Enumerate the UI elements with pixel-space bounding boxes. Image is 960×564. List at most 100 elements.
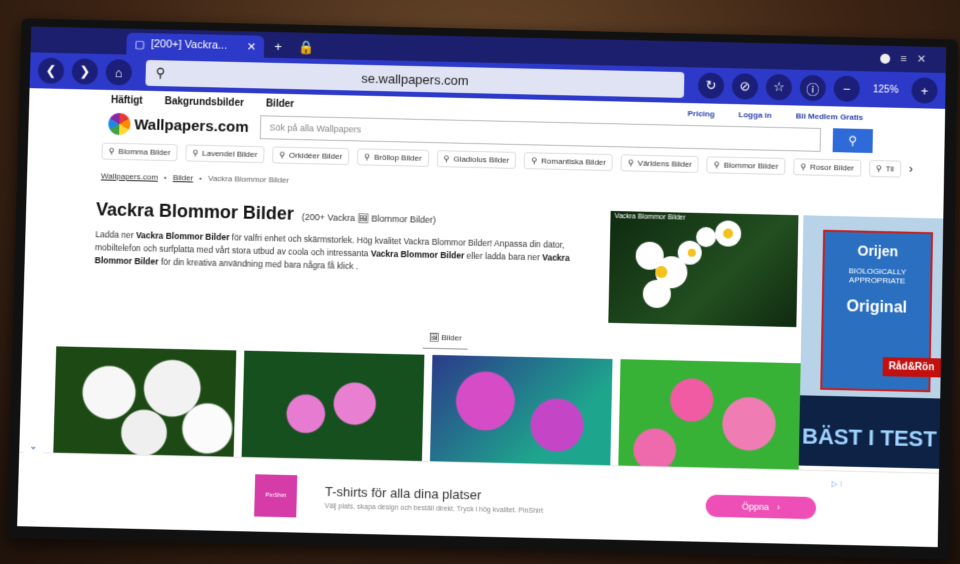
breadcrumb-bilder[interactable]: Bilder (173, 173, 194, 182)
page-description: Ladda ner Vackra Blommor Bilder för valf… (94, 228, 595, 278)
open-button-label: Öppna (742, 501, 769, 512)
forward-button[interactable]: ❯ (72, 58, 99, 84)
desc-bold: Vackra Blommor Bilder (371, 248, 465, 260)
tracker-block-button[interactable]: ⊘ (732, 73, 758, 99)
desc-text: för din kreativa användning med bara någ… (158, 257, 358, 272)
web-page: Häftigt Bakgrundsbilder Bilder Pricing L… (17, 88, 945, 547)
info-button[interactable]: ⓘ (800, 75, 826, 101)
pink-oxalis-thumbnail[interactable] (241, 351, 424, 467)
chips-next-icon[interactable]: › (909, 162, 913, 176)
chip[interactable]: ⚲ Världens Bilder (621, 154, 699, 173)
chip-label: Bröllop Bilder (374, 152, 422, 162)
browser-screen: ▢ [200+] Vackra... ✕ + 🔒 ≡ ✕ ❮ ❯ ⌂ ⚲ se.… (17, 27, 946, 548)
breadcrumb-separator: • (199, 174, 202, 183)
purple-lily-thumbnail[interactable] (430, 355, 613, 471)
window-controls: ≡ ✕ (880, 52, 926, 66)
chip[interactable]: ⚲ Lavendel Bilder (185, 144, 264, 163)
chip-label: Lavendel Bilder (202, 148, 257, 158)
pricing-link[interactable]: Pricing (687, 109, 714, 119)
ad-text: T-shirts för alla dina platser Välj plat… (325, 483, 686, 517)
login-link[interactable]: Logga in (738, 110, 771, 120)
tab-active[interactable]: ▢ [200+] Vackra... ✕ (126, 33, 264, 58)
chevron-right-icon: › (777, 502, 780, 512)
menu-icon[interactable]: ≡ (900, 53, 907, 65)
breadcrumb-separator: • (164, 173, 167, 182)
nav-bakgrundsbilder[interactable]: Bakgrundsbilder (164, 96, 244, 109)
chip-search-icon: ⚲ (192, 148, 198, 157)
page-title-row: Vackra Blommor Bilder (200+ Vackra 🖼 Blo… (96, 199, 596, 231)
ad-info-icon[interactable]: ▷ ⁝ (831, 479, 842, 488)
tab-close-icon[interactable]: ✕ (247, 40, 257, 53)
site-logo[interactable]: Wallpapers.com (108, 113, 249, 138)
ad-small-text: BIOLOGICALLY APPROPRIATE (824, 266, 930, 286)
zoom-out-button[interactable]: − (834, 76, 860, 102)
ad-headline: BÄST I TEST (799, 395, 940, 468)
chip[interactable]: ⚲ Til (869, 159, 901, 177)
chip[interactable]: ⚲ Gladiolus Bilder (436, 150, 516, 169)
ad-brand: Orijen (857, 243, 898, 260)
chip[interactable]: ⚲ Blommor Bilder (707, 156, 786, 175)
desc-text: Ladda ner (95, 229, 136, 240)
chip-search-icon: ⚲ (364, 152, 370, 161)
zoom-in-button[interactable]: + (911, 77, 937, 103)
page-icon: ▢ (134, 37, 145, 50)
chip[interactable]: ⚲ Blomma Bilder (101, 142, 177, 161)
chip-label: Orkidéer Bilder (289, 150, 342, 160)
images-tab[interactable]: 🖼 Bilder (423, 333, 468, 350)
chip-label: Romantiska Bilder (541, 156, 606, 166)
site-search-button[interactable]: ⚲ (833, 128, 873, 153)
logo-wheel-icon (108, 113, 131, 135)
chip-search-icon: ⚲ (531, 156, 537, 165)
signup-link[interactable]: Bli Medlem Gratis (796, 111, 864, 121)
desc-text: eller ladda bara ner (464, 251, 542, 263)
chip-search-icon: ⚲ (279, 150, 285, 159)
home-button[interactable]: ⌂ (105, 59, 132, 85)
chip-search-icon: ⚲ (800, 162, 806, 171)
new-tab-button[interactable]: + (264, 36, 292, 58)
chip-label: Rosor Bilder (810, 162, 854, 172)
back-button[interactable]: ❮ (38, 58, 65, 84)
page-title: Vackra Blommor Bilder (96, 199, 294, 224)
chip-search-icon: ⚲ (876, 164, 882, 173)
nav-bilder[interactable]: Bilder (266, 98, 295, 110)
pink-flowers-thumbnail[interactable] (618, 359, 800, 475)
chip[interactable]: ⚲ Orkidéer Bilder (272, 146, 349, 165)
chip-search-icon: ⚲ (714, 160, 720, 169)
chip-search-icon: ⚲ (109, 146, 115, 155)
logo-text: Wallpapers.com (134, 116, 249, 136)
window-close-icon[interactable]: ✕ (917, 53, 926, 66)
account-nav: Pricing Logga in Bli Medlem Gratis (687, 109, 863, 122)
lock-icon[interactable]: 🔒 (292, 36, 320, 58)
chip-label: Blomma Bilder (118, 146, 170, 156)
chip[interactable]: ⚲ Rosor Bilder (793, 158, 861, 176)
tv-frame: ▢ [200+] Vackra... ✕ + 🔒 ≡ ✕ ❮ ❯ ⌂ ⚲ se.… (7, 18, 959, 559)
ad-badge: Råd&Rön (883, 357, 941, 377)
bottom-ad-banner[interactable]: ⌄ PinShirt T-shirts för alla dina platse… (17, 452, 939, 547)
nav-haftigt[interactable]: Häftigt (111, 94, 143, 106)
desc-bold: Vackra Blommor Bilder (136, 230, 230, 242)
profile-dot[interactable] (880, 53, 890, 63)
side-advertisement[interactable]: Orijen BIOLOGICALLY APPROPRIATE Original… (799, 215, 944, 468)
pinshirt-logo: PinShirt (254, 474, 297, 517)
chip[interactable]: ⚲ Bröllop Bilder (357, 148, 429, 167)
breadcrumb-current: Vackra Blommor Bilder (208, 174, 289, 185)
chip-search-icon: ⚲ (628, 158, 634, 167)
ad-product: Original (824, 298, 930, 318)
calla-lily-thumbnail[interactable] (53, 346, 236, 462)
collapse-icon[interactable]: ⌄ (23, 441, 43, 453)
heading-block: Vackra Blommor Bilder (200+ Vackra 🖼 Blo… (94, 199, 595, 278)
bookmark-button[interactable]: ☆ (766, 74, 792, 100)
open-button[interactable]: Öppna › (706, 494, 817, 519)
url-text: se.wallpapers.com (146, 65, 685, 92)
chip-search-icon: ⚲ (443, 154, 449, 163)
chip-label: Blommor Bilder (724, 160, 779, 170)
chip-label: Världens Bilder (638, 158, 692, 168)
breadcrumb-home[interactable]: Wallpapers.com (101, 171, 158, 181)
featured-flower-image[interactable]: Vackra Blommor Bilder (608, 211, 798, 327)
chip[interactable]: ⚲ Romantiska Bilder (524, 152, 613, 171)
zoom-level: 125% (868, 84, 904, 96)
tab-title: [200+] Vackra... (151, 38, 241, 52)
plumeria-flowers-image (608, 211, 798, 327)
reload-button[interactable]: ↻ (698, 72, 724, 98)
chip-label: Til (886, 164, 894, 173)
